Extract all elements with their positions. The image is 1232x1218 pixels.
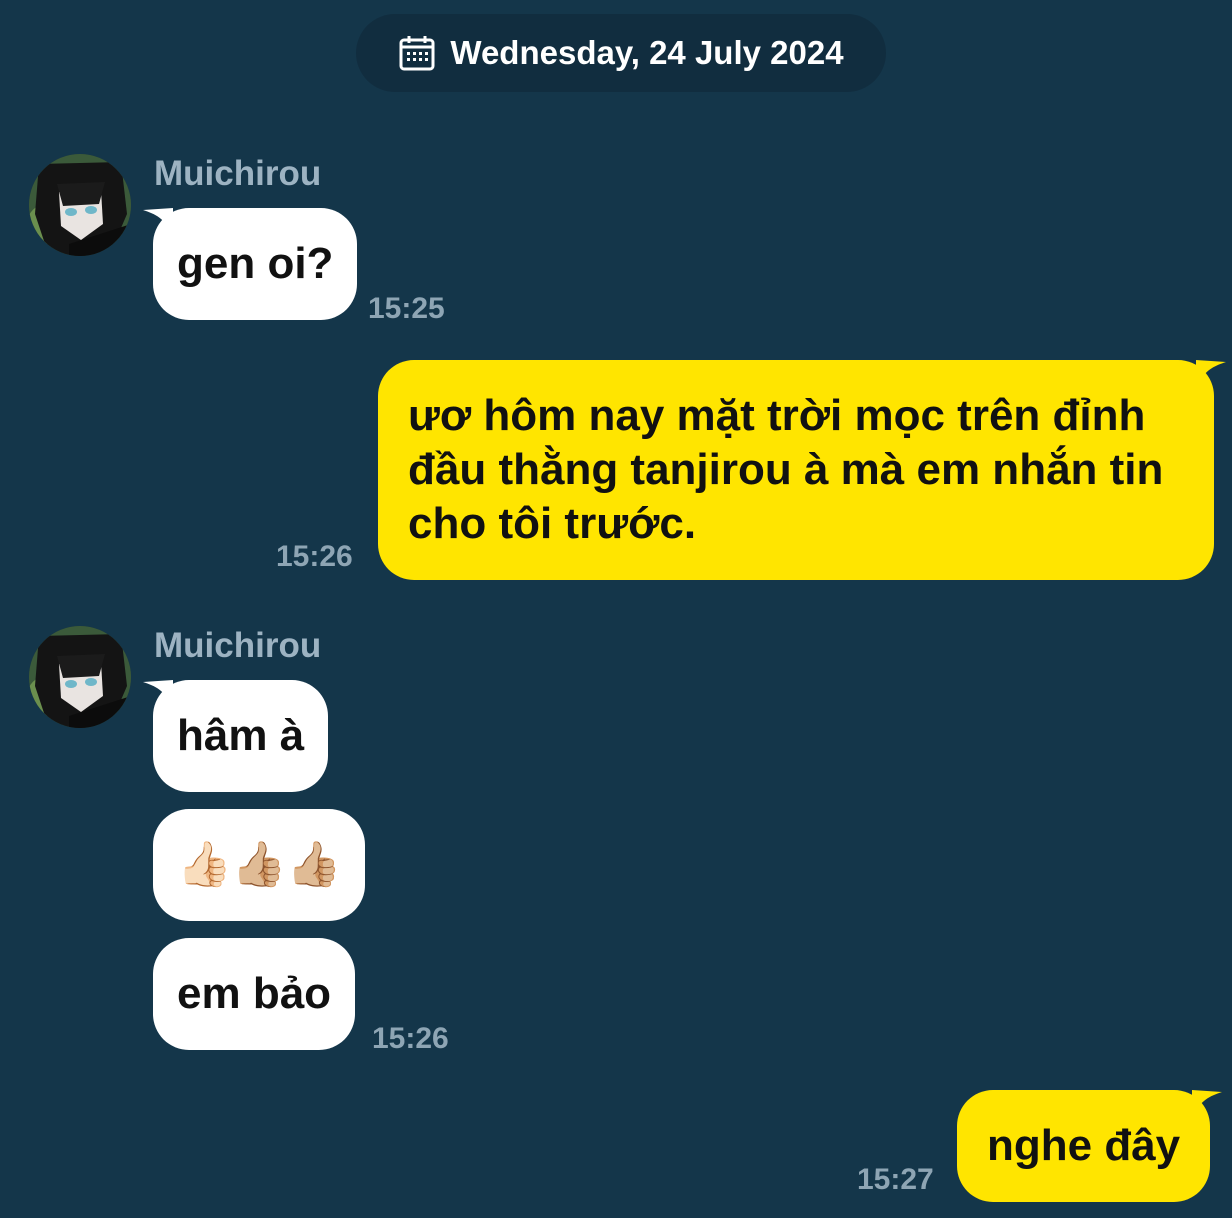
sender-name: Muichirou — [154, 154, 322, 193]
date-label: Wednesday, 24 July 2024 — [450, 34, 844, 71]
sender-name: Muichirou — [154, 626, 322, 665]
message-bubble[interactable]: em bảo — [153, 938, 356, 1050]
message-text: hâm à — [177, 711, 305, 760]
message-timestamp: 15:26 — [372, 1022, 449, 1055]
message-bubble[interactable]: hâm à — [143, 680, 329, 792]
avatar[interactable] — [29, 154, 131, 256]
message-timestamp: 15:26 — [276, 540, 353, 573]
message-timestamp: 15:27 — [857, 1163, 934, 1196]
message-timestamp: 15:25 — [368, 292, 445, 325]
message-text: gen oi? — [177, 239, 334, 288]
date-header: Wednesday, 24 July 2024 — [356, 14, 886, 92]
message-bubble[interactable]: gen oi? — [143, 208, 358, 320]
avatar[interactable] — [29, 626, 131, 728]
message-bubble[interactable]: ươ hôm nay mặt trời mọc trên đỉnh đầu th… — [378, 360, 1226, 580]
message-text: em bảo — [177, 969, 332, 1018]
message-bubble[interactable]: nghe đây — [957, 1090, 1223, 1202]
calendar-icon — [398, 34, 436, 72]
message-text: nghe đây — [987, 1121, 1181, 1170]
message-text: ươ hôm nay mặt trời mọc trên đỉnh đầu th… — [408, 391, 1164, 548]
thumbs-up-emoji: 👍🏻👍🏼👍🏼 — [177, 840, 342, 889]
message-bubble[interactable]: 👍🏻👍🏼👍🏼 — [153, 809, 366, 921]
